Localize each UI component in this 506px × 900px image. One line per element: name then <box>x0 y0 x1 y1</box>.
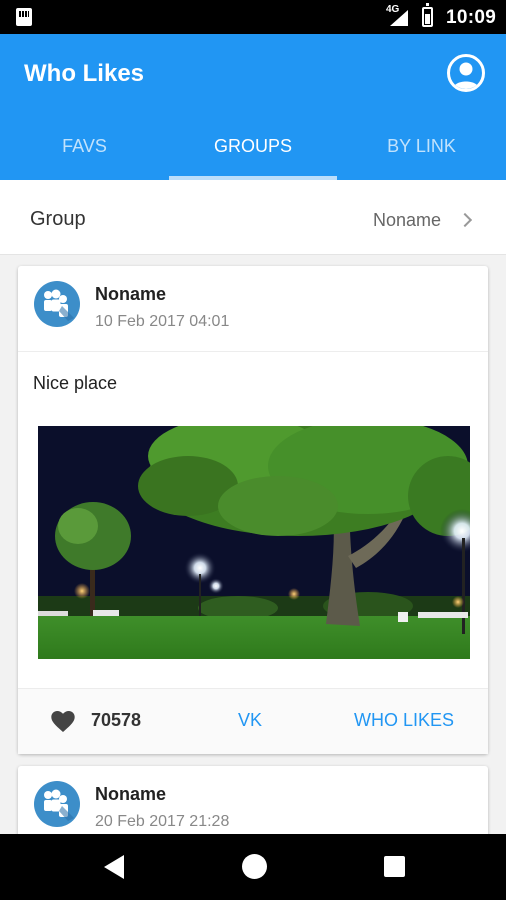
recents-icon[interactable] <box>384 856 405 877</box>
post-image[interactable] <box>38 426 470 659</box>
status-clock: 10:09 <box>446 7 497 28</box>
home-icon[interactable] <box>242 854 267 879</box>
night-park-photo <box>38 426 470 659</box>
system-nav-bar <box>0 834 506 900</box>
divider <box>18 351 488 352</box>
people-icon <box>44 289 74 321</box>
post-actions: 70578 VK WHO LIKES <box>18 688 488 754</box>
signal-strength-icon <box>390 10 408 26</box>
back-icon[interactable] <box>104 855 124 879</box>
likes-count: 70578 <box>91 710 142 730</box>
vk-button[interactable]: VK <box>238 710 262 731</box>
group-value: Noname <box>372 210 441 230</box>
group-avatar[interactable] <box>34 781 80 827</box>
tab-favs[interactable]: FAVS <box>0 122 169 180</box>
group-avatar[interactable] <box>34 281 80 327</box>
group-label: Group <box>30 208 86 230</box>
post-date: 10 Feb 2017 04:01 <box>95 313 230 330</box>
post-author[interactable]: Noname <box>95 784 166 805</box>
chevron-right-icon <box>457 212 473 228</box>
who-likes-button[interactable]: WHO LIKES <box>354 710 454 731</box>
battery-icon <box>422 3 433 27</box>
status-bar: 4G 10:09 <box>0 0 506 34</box>
post-author[interactable]: Noname <box>95 284 166 305</box>
post-text: Nice place <box>33 373 118 393</box>
app-bar: Who Likes FAVS GROUPS BY LINK <box>0 34 506 180</box>
tab-bar: FAVS GROUPS BY LINK <box>0 122 506 180</box>
people-icon <box>44 789 74 821</box>
app-title: Who Likes <box>24 60 145 87</box>
post-card: Noname 10 Feb 2017 04:01 Nice place 7057… <box>18 266 488 754</box>
post-date: 20 Feb 2017 21:28 <box>95 813 230 830</box>
group-selector[interactable]: Group Noname <box>0 180 506 255</box>
sim-card-icon <box>16 8 32 26</box>
heart-icon[interactable] <box>51 711 75 733</box>
tab-by-link[interactable]: BY LINK <box>337 122 506 180</box>
tab-groups[interactable]: GROUPS <box>169 122 337 180</box>
profile-icon[interactable] <box>447 54 485 92</box>
